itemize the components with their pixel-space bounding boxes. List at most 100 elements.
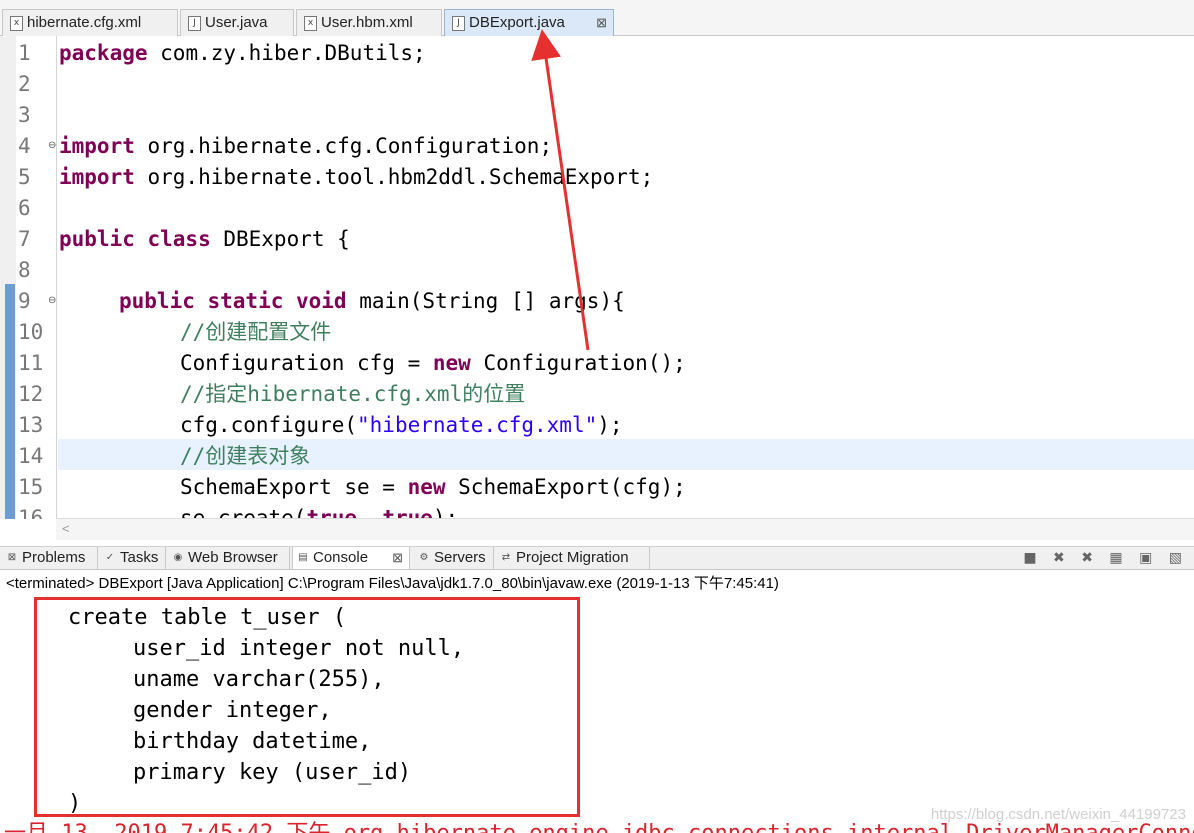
tab-user-hbm-xml[interactable]: x User.hbm.xml (296, 9, 442, 36)
console-status-line: <terminated> DBExport [Java Application]… (6, 575, 779, 592)
code-text: ); (597, 413, 623, 437)
horizontal-scrollbar[interactable]: < (56, 518, 1194, 541)
code-text: Configuration(); (470, 351, 686, 375)
console-line: uname varchar(255), (80, 667, 385, 692)
code-line: public class DBExport { (59, 224, 350, 255)
code-comment: //创建配置文件 (180, 320, 332, 344)
code-text: cfg.configure( (180, 413, 358, 437)
editor-tab-bar: x hibernate.cfg.xml J User.java x User.h… (0, 0, 1194, 36)
line-number: 8 (18, 258, 31, 282)
console-panel: ⊠ Problems ✓ Tasks ◉ Web Browser ▤ Conso… (0, 540, 1194, 833)
scroll-lock-icon[interactable]: ▣ (1139, 550, 1158, 566)
tasks-icon: ✓ (105, 552, 115, 563)
console-line: birthday datetime, (80, 729, 372, 754)
pin-console-icon[interactable]: ▧ (1169, 550, 1188, 566)
line-number: 13 (18, 413, 44, 437)
code-line: Configuration cfg = new Configuration(); (180, 348, 686, 379)
line-number: 1 (18, 41, 31, 65)
keyword: public class (59, 227, 211, 251)
code-line: public static void main(String [] args){ (119, 286, 625, 317)
fold-toggle-icon[interactable]: ⊖ (48, 140, 56, 151)
code-text: main(String [] args){ (346, 289, 625, 313)
code-line: cfg.configure("hibernate.cfg.xml"); (180, 410, 623, 441)
terminate-icon[interactable]: ■ (1023, 550, 1042, 566)
console-icon: ▤ (298, 552, 308, 563)
console-line: gender integer, (80, 698, 332, 723)
string-literal: "hibernate.cfg.xml" (357, 413, 598, 437)
editor-left-margin (0, 36, 16, 519)
console-toolbar: ■ ✖ ✖ ▦ ▣ ▧ (1023, 547, 1188, 569)
code-text: SchemaExport(cfg); (445, 475, 686, 499)
line-number: 5 (18, 165, 31, 189)
watermark: https://blog.csdn.net/weixin_44199723 (930, 806, 1186, 823)
xml-file-icon: x (304, 16, 317, 31)
tab-label: hibernate.cfg.xml (27, 14, 142, 31)
tab-label: Web Browser (188, 549, 278, 566)
code-line: package com.zy.hiber.DButils; (59, 38, 426, 69)
console-line: create table t_user ( (68, 605, 347, 630)
line-number: 10 (18, 320, 44, 344)
line-number: 12 (18, 382, 44, 406)
panel-tab-bar: ⊠ Problems ✓ Tasks ◉ Web Browser ▤ Conso… (0, 546, 1194, 570)
tab-tasks[interactable]: ✓ Tasks (100, 547, 166, 569)
keyword: new (407, 475, 446, 499)
line-number: 2 (18, 72, 31, 96)
tab-project-migration[interactable]: ⇄ Project Migration (496, 547, 650, 569)
code-text: DBExport { (210, 227, 350, 251)
line-number: 15 (18, 475, 44, 499)
java-file-icon: J (188, 16, 201, 31)
tab-dbexport-java[interactable]: J DBExport.java ⊠ (444, 9, 614, 36)
code-line: import org.hibernate.cfg.Configuration; (59, 131, 552, 162)
tab-servers[interactable]: ⚙ Servers (414, 547, 494, 569)
tab-label: Console (313, 549, 369, 566)
code-comment: //指定hibernate.cfg.xml的位置 (180, 382, 526, 406)
xml-file-icon: x (10, 16, 23, 31)
clear-console-icon[interactable]: ▦ (1109, 550, 1128, 566)
close-tab-icon[interactable]: ⊠ (392, 547, 403, 569)
keyword: new (432, 351, 471, 375)
tab-problems[interactable]: ⊠ Problems (2, 547, 98, 569)
line-number: 4 (18, 134, 31, 158)
line-number: 6 (18, 196, 31, 220)
code-line: import org.hibernate.tool.hbm2ddl.Schema… (59, 162, 653, 193)
keyword: import (59, 165, 135, 189)
code-line: se.create(true, true); (180, 503, 458, 519)
line-number: 16 (18, 506, 44, 519)
servers-icon: ⚙ (419, 552, 429, 563)
code-text: com.zy.hiber.DButils; (147, 41, 426, 65)
console-line: primary key (user_id) (80, 760, 412, 785)
remove-launch-icon[interactable]: ✖ (1053, 550, 1071, 566)
tab-console[interactable]: ▤ Console ⊠ (292, 547, 410, 569)
code-line: SchemaExport se = new SchemaExport(cfg); (180, 472, 686, 503)
line-number: 11 (18, 351, 44, 375)
line-number: 7 (18, 227, 31, 251)
tab-hibernate-cfg-xml[interactable]: x hibernate.cfg.xml (2, 9, 178, 36)
tab-label: Tasks (120, 549, 159, 566)
console-line: user_id integer not null, (80, 636, 465, 661)
keyword: package (59, 41, 148, 65)
change-marker (5, 284, 15, 519)
migration-icon: ⇄ (501, 552, 511, 563)
console-output[interactable]: create table t_user ( user_id integer no… (0, 596, 1194, 833)
code-editor[interactable]: 1 2 3 4 5 6 7 8 9 10 11 12 13 14 15 16 ⊖… (0, 36, 1194, 519)
keyword: public static void (119, 289, 347, 313)
tab-web-browser[interactable]: ◉ Web Browser (168, 547, 290, 569)
close-tab-icon[interactable]: ⊠ (596, 10, 607, 35)
problems-icon: ⊠ (7, 552, 17, 563)
fold-toggle-icon[interactable]: ⊖ (48, 295, 56, 306)
line-number: 14 (18, 444, 44, 468)
code-comment: //创建表对象 (180, 444, 311, 468)
tab-label: Project Migration (516, 549, 629, 566)
tab-label: User.java (205, 14, 268, 31)
line-number: 9 (18, 289, 31, 313)
tab-label: DBExport.java (469, 14, 565, 31)
globe-icon: ◉ (173, 552, 183, 563)
line-number: 3 (18, 103, 31, 127)
scroll-left-icon[interactable]: < (62, 521, 70, 536)
tab-user-java[interactable]: J User.java (180, 9, 294, 36)
java-file-icon: J (452, 16, 465, 31)
keyword: import (59, 134, 135, 158)
tab-label: User.hbm.xml (321, 14, 413, 31)
remove-all-icon[interactable]: ✖ (1081, 550, 1099, 566)
code-text: Configuration cfg = (180, 351, 433, 375)
